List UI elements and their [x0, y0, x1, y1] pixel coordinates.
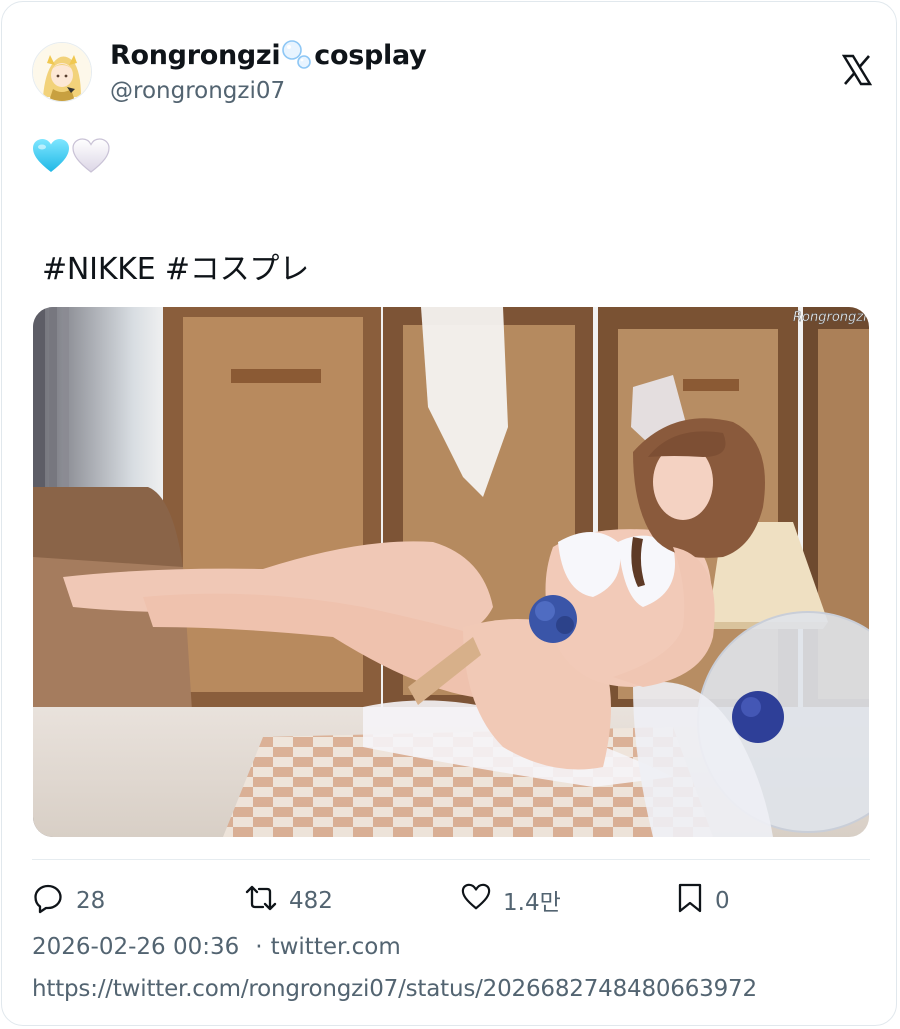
retweet-icon — [245, 882, 277, 920]
bookmark-button[interactable]: 0 — [677, 882, 730, 920]
avatar-image — [33, 43, 91, 101]
display-name-part1: Rongrongzi — [110, 39, 281, 71]
retweet-button[interactable]: 482 — [245, 882, 333, 920]
user-handle[interactable]: @rongrongzi07 — [110, 78, 285, 104]
photo-image: Rongrongzi — [33, 307, 869, 837]
tweet-meta: 2026-02-26 00:36 · twitter.com — [32, 934, 401, 960]
tweet-url[interactable]: https://twitter.com/rongrongzi07/status/… — [32, 976, 757, 1002]
reply-button[interactable]: 28 — [32, 882, 105, 920]
source-link[interactable]: twitter.com — [271, 934, 401, 960]
tweet-hashtags[interactable]: #NIKKE #コスプレ — [42, 244, 309, 288]
like-count: 1.4만 — [503, 890, 561, 916]
bubbles-icon — [280, 38, 314, 72]
display-name[interactable]: Rongrongzi cosplay — [110, 38, 427, 72]
tweet-photo[interactable]: Rongrongzi — [33, 307, 869, 837]
display-name-part2: cosplay — [314, 39, 427, 71]
light-blue-heart-icon — [32, 138, 70, 178]
meta-separator: · — [255, 934, 263, 960]
bookmark-icon — [677, 882, 703, 920]
retweet-count: 482 — [289, 888, 333, 914]
emoji-line — [32, 138, 110, 178]
avatar[interactable] — [32, 42, 92, 102]
like-button[interactable]: 1.4만 — [461, 882, 561, 918]
tweet-card: Rongrongzi cosplay @rongrongzi07 #NIKKE … — [1, 1, 897, 1026]
reply-icon — [32, 882, 64, 920]
x-logo-icon[interactable] — [841, 54, 873, 86]
white-heart-icon — [72, 138, 110, 178]
photo-watermark: Rongrongzi — [793, 310, 867, 325]
divider — [32, 859, 870, 860]
heart-icon — [461, 882, 491, 918]
timestamp[interactable]: 2026-02-26 00:36 — [32, 934, 239, 960]
bookmark-count: 0 — [715, 888, 730, 914]
reply-count: 28 — [76, 888, 106, 914]
